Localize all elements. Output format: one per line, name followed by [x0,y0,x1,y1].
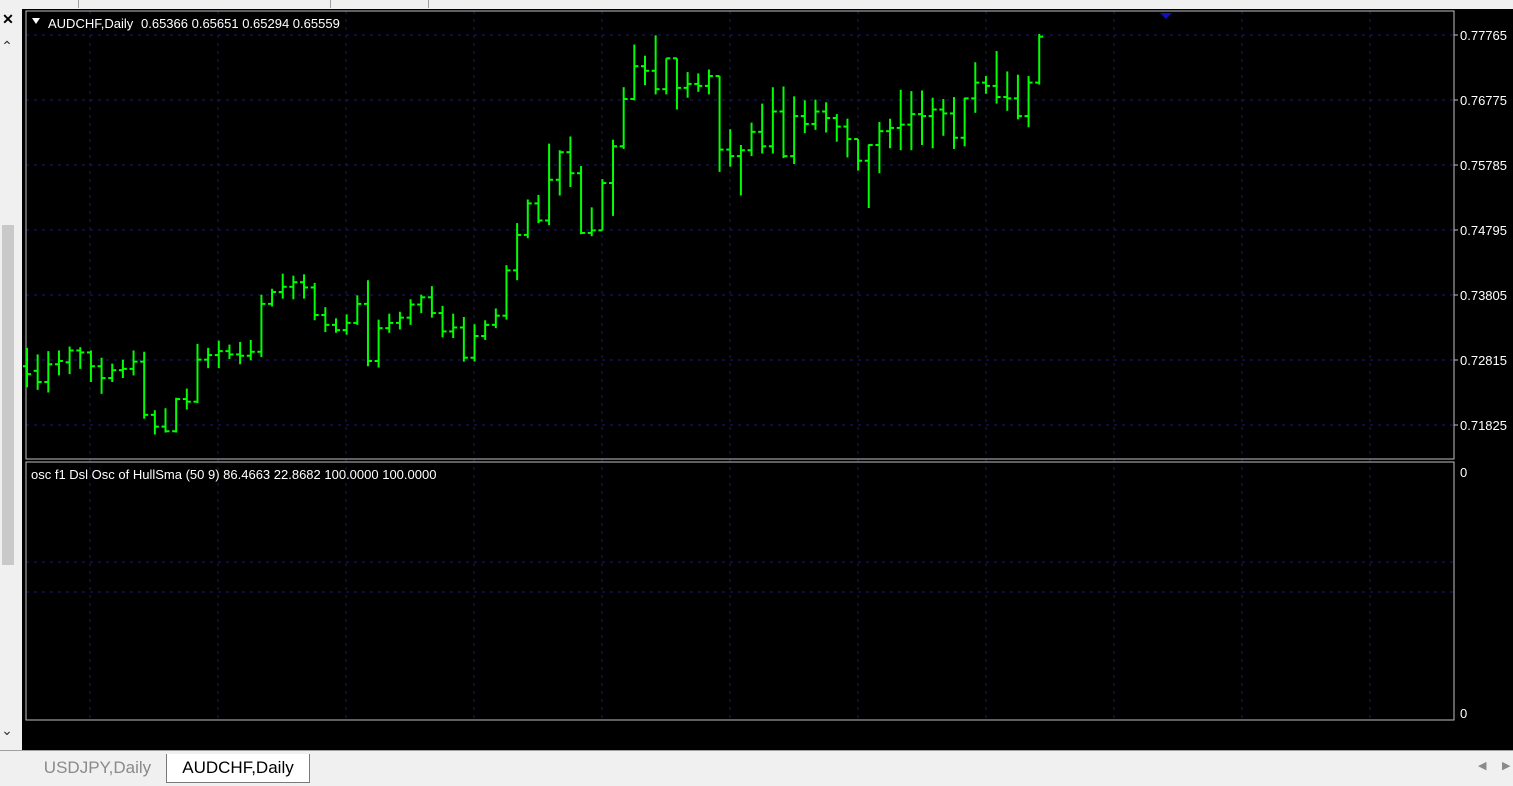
indicator-pane-border [25,461,1455,721]
grid [26,11,1454,720]
bars [23,34,1044,435]
date-axis-label: 25 Jul 2017 [794,727,867,743]
scroll-right-icon[interactable]: ▶ [1502,759,1510,772]
date-axis-label: 3 Jul 2017 [538,727,603,743]
date-axis-label: 30 May 2017 [154,727,235,743]
tab-audchf-daily[interactable]: AUDCHF,Daily [166,754,310,783]
date-axis-label: 4 Aug 2017 [922,727,993,743]
indicator-axis-bottom: 0 [1460,706,1467,721]
tab-usdjpy-daily[interactable]: USDJPY,Daily [32,754,163,782]
date-axis-label: 16 Aug 2017 [1050,727,1129,743]
date-axis-label: 28 Aug 2017 [1178,727,1257,743]
price-axis: 0.77765 0.76775 0.75785 0.74795 0.73805 0.728… [1454,28,1507,433]
price-axis-label: 0.76775 [1460,93,1507,108]
date-axis-label: 13 Jul 2017 [666,727,739,743]
date-axis-label: 19 Sep 2017 [1434,727,1513,743]
date-axis: 18 May 2017 30 May 2017 9 Jun 2017 21 Jun 2… [26,727,1513,743]
date-axis-label: 7 Sep 2017 [1306,727,1378,743]
ohlc-values: 0.65366 0.65651 0.65294 0.65559 [141,16,340,31]
price-axis-label: 0.71825 [1460,418,1507,433]
price-axis-label: 0.75785 [1460,158,1507,173]
price-axis-label: 0.77765 [1460,28,1507,43]
symbol-header: AUDCHF,Daily [48,16,134,31]
chart-tab-bar: USDJPY,Daily AUDCHF,Daily ◀ ▶ [0,750,1513,786]
date-axis-label: 9 Jun 2017 [282,727,351,743]
price-chart[interactable]: 0.77765 0.76775 0.75785 0.74795 0.73805 0.728… [0,0,1513,785]
scroll-left-icon[interactable]: ◀ [1478,759,1486,772]
indicator-header: osc f1 Dsl Osc of HullSma (50 9) 86.4663… [31,467,436,482]
shift-marker-icon[interactable] [1160,13,1172,19]
price-axis-label: 0.72815 [1460,353,1507,368]
dropdown-triangle-icon[interactable] [32,18,40,24]
indicator-axis-top: 0 [1460,465,1467,480]
date-axis-label: 21 Jun 2017 [410,727,487,743]
price-pane-border [25,10,1455,460]
date-axis-label: 18 May 2017 [26,727,107,743]
price-axis-label: 0.73805 [1460,288,1507,303]
price-axis-label: 0.74795 [1460,223,1507,238]
